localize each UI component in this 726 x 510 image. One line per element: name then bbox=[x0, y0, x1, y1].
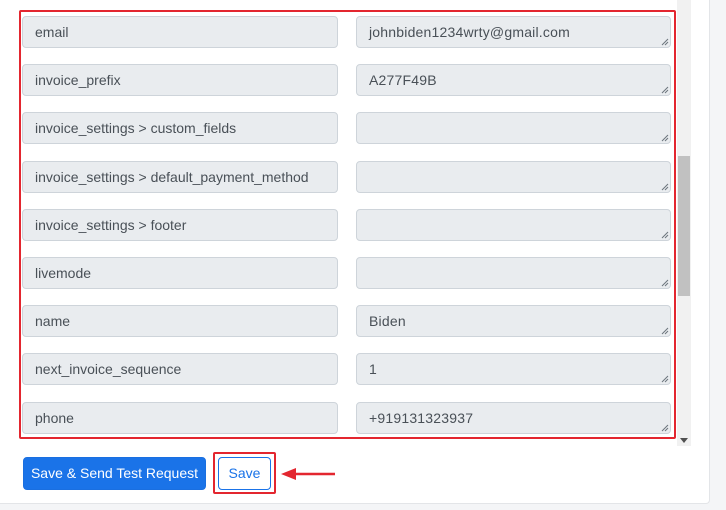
save-and-send-test-request-button[interactable]: Save & Send Test Request bbox=[23, 457, 206, 490]
form-card: email johnbiden1234wrty@gmail.com invoic… bbox=[0, 0, 710, 504]
vertical-scrollbar[interactable] bbox=[677, 0, 691, 446]
pointer-arrow-icon bbox=[281, 468, 335, 480]
save-button[interactable]: Save bbox=[218, 457, 271, 490]
scrollbar-thumb[interactable] bbox=[678, 156, 690, 296]
field-list-highlight bbox=[19, 10, 676, 439]
scroll-down-arrow-icon[interactable] bbox=[680, 438, 688, 443]
